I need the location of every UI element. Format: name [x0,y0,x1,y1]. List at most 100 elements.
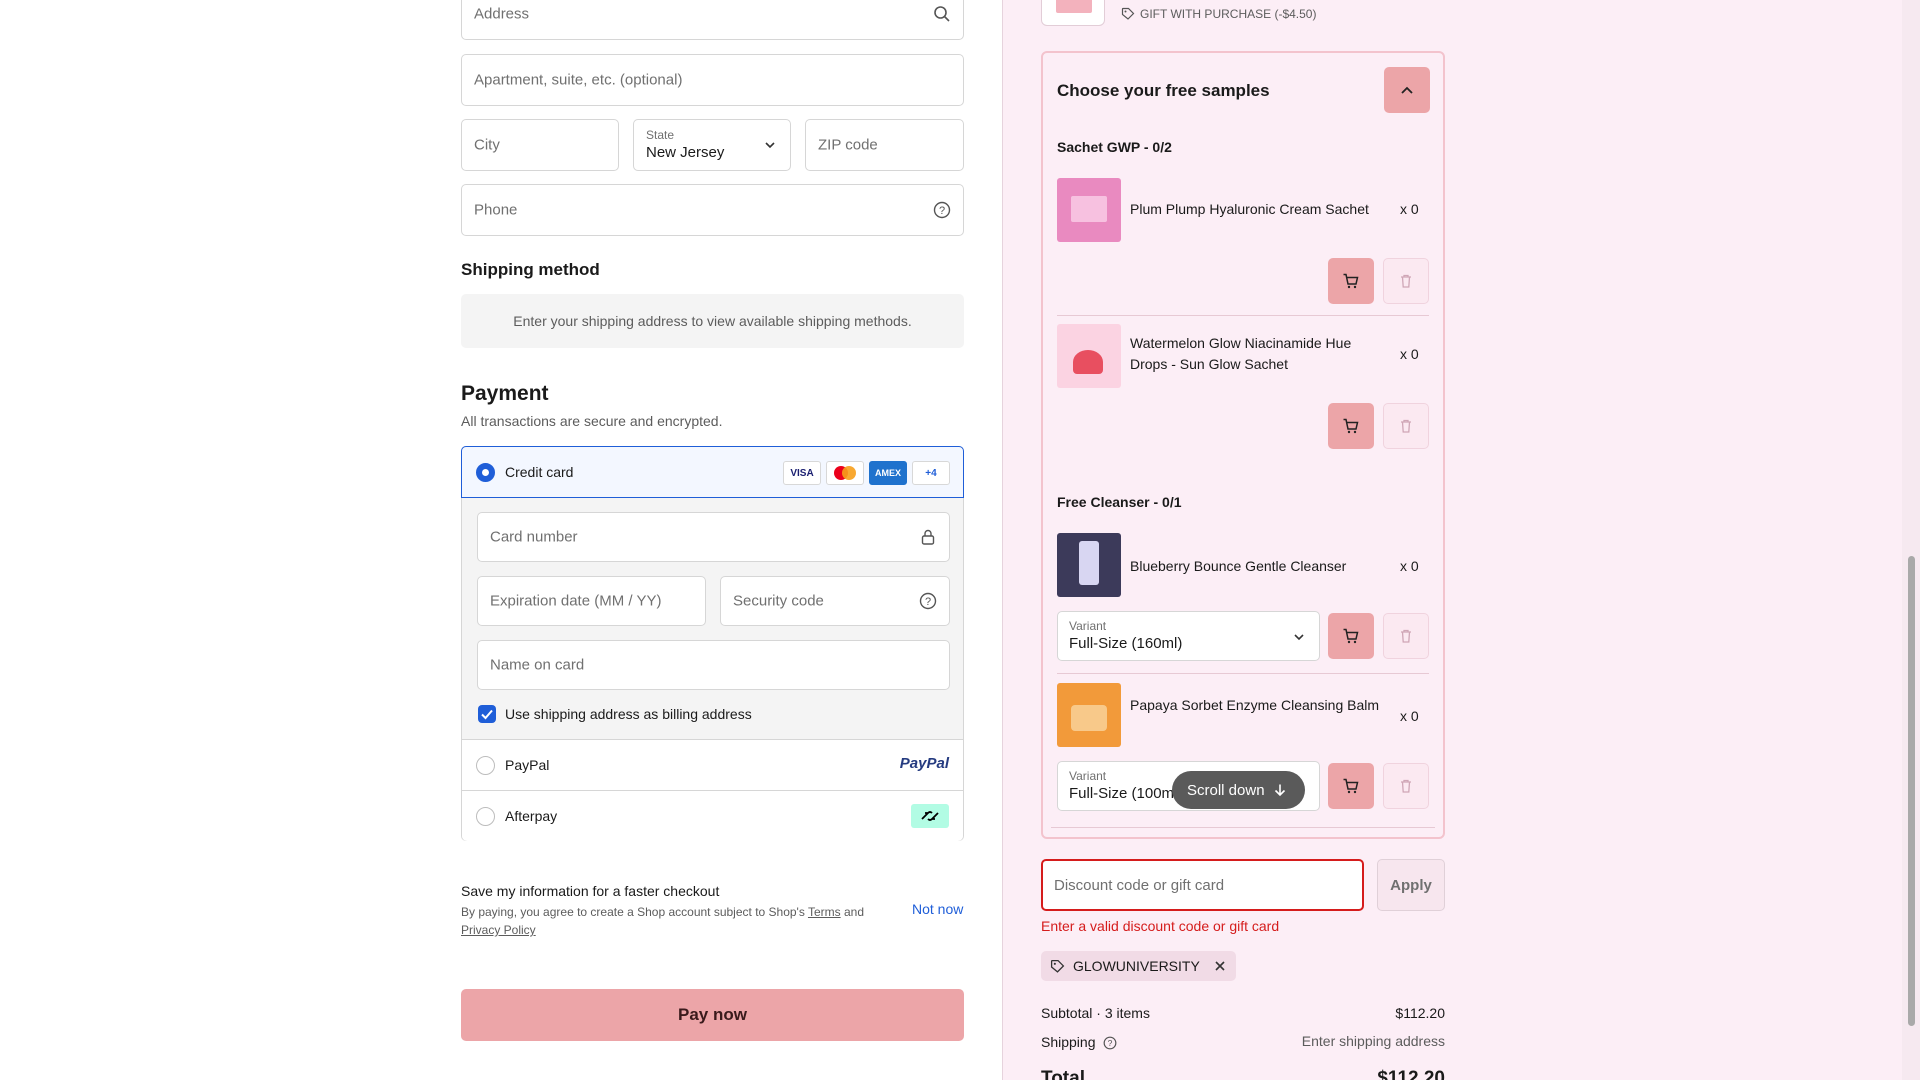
security-code-placeholder: Security code [733,592,824,610]
shipping-row: Shipping ? Enter shipping address [1041,1033,1445,1050]
phone-placeholder: Phone [474,201,518,219]
chevron-down-icon [1294,634,1304,641]
product-name: Plum Plump Hyaluronic Cream Sachet [1130,201,1369,217]
paypal-radio[interactable] [476,756,495,775]
zip-field[interactable]: ZIP code [805,119,964,171]
cart-icon [1343,778,1359,794]
help-icon[interactable]: ? [919,592,937,610]
expiration-field[interactable]: Expiration date (MM / YY) [477,576,706,626]
arrow-down-icon [1274,784,1285,797]
shipping-method-title: Shipping method [461,260,600,279]
remove-button[interactable] [1383,613,1429,659]
lock-icon [921,529,935,545]
gift-label: GIFT WITH PURCHASE (-$4.50) [1140,7,1317,21]
billing-checkbox-label: Use shipping address as billing address [505,706,752,722]
sachet-section-title: Sachet GWP - 0/2 [1057,139,1172,155]
credit-card-radio[interactable] [476,463,495,482]
expiration-placeholder: Expiration date (MM / YY) [490,592,662,610]
terms-link[interactable]: Terms [808,905,841,919]
gift-product-thumbnail [1041,0,1105,26]
card-number-field[interactable]: Card number [477,512,950,562]
cart-icon [1343,628,1359,644]
phone-field[interactable]: Phone ? [461,184,964,236]
total-label: Total [1041,1068,1085,1080]
product-name: Blueberry Bounce Gentle Cleanser [1130,558,1347,574]
free-samples-panel: Choose your free samples Sachet GWP - 0/… [1041,51,1445,839]
product-image-plum [1057,178,1121,242]
product-qty: x 0 [1400,346,1419,362]
scrollbar-thumb[interactable] [1908,556,1915,1026]
add-to-cart-button[interactable] [1328,613,1374,659]
samples-title: Choose your free samples [1057,81,1270,100]
visa-icon: VISA [783,461,821,485]
remove-button[interactable] [1383,403,1429,449]
applied-code-pill: GLOWUNIVERSITY [1041,951,1236,981]
help-icon[interactable]: ? [933,201,951,219]
add-to-cart-button[interactable] [1328,258,1374,304]
subtotal-row: Subtotal · 3 items $112.20 [1041,1005,1445,1021]
svg-text:?: ? [1108,1038,1113,1048]
paypal-option[interactable]: PayPal PayPal [462,739,963,790]
search-icon [934,6,950,22]
variant-value: Full-Size (160ml) [1069,635,1183,652]
save-info-title: Save my information for a faster checkou… [461,883,720,899]
variant-label: Variant [1069,619,1107,633]
svg-text:?: ? [925,596,931,608]
state-select[interactable]: State New Jersey [633,119,791,171]
afterpay-option[interactable]: Afterpay [462,790,963,841]
credit-card-label: Credit card [505,464,574,480]
trash-icon [1401,629,1411,643]
chevron-down-icon [765,142,775,149]
scrollbar[interactable] [1902,0,1920,1080]
product-name: Papaya Sorbet Enzyme Cleansing Balm [1130,697,1380,713]
privacy-policy-link[interactable]: Privacy Policy [461,923,536,937]
product-image-watermelon [1057,324,1121,388]
scroll-down-button[interactable]: Scroll down [1172,771,1305,809]
address-field[interactable]: Address [461,0,964,40]
product-image-blueberry [1057,533,1121,597]
close-icon[interactable] [1214,960,1226,972]
afterpay-radio[interactable] [476,807,495,826]
name-on-card-placeholder: Name on card [490,656,585,674]
paypal-label: PayPal [505,757,550,773]
legal-text: By paying, you agree to create a Shop ac… [461,905,808,919]
add-to-cart-button[interactable] [1328,403,1374,449]
tag-icon [1121,7,1135,20]
item-divider [1051,827,1435,828]
applied-code: GLOWUNIVERSITY [1073,958,1200,974]
product-qty: x 0 [1400,201,1419,217]
afterpay-logo [911,804,949,828]
variant-select[interactable]: Variant Full-Size (160ml) [1057,611,1320,661]
check-icon [481,709,493,720]
pay-now-button[interactable]: Pay now [461,989,964,1041]
cart-icon [1343,273,1359,289]
more-cards-badge: +4 [912,461,950,485]
cleanser-section-title: Free Cleanser - 0/1 [1057,494,1182,510]
amex-icon: AMEX [869,461,907,485]
chevron-up-icon [1401,86,1413,94]
city-field[interactable]: City [461,119,619,171]
discount-code-field[interactable]: Discount code or gift card [1041,859,1364,911]
name-on-card-field[interactable]: Name on card [477,640,950,690]
shipping-value: Enter shipping address [1301,1033,1445,1049]
billing-checkbox[interactable] [478,705,496,723]
variant-label: Variant [1069,769,1107,783]
remove-button[interactable] [1383,258,1429,304]
tag-icon [1050,959,1065,973]
add-to-cart-button[interactable] [1328,763,1374,809]
cart-icon [1343,418,1359,434]
collapse-samples-button[interactable] [1384,67,1430,113]
apartment-field[interactable]: Apartment, suite, etc. (optional) [461,54,964,106]
not-now-link[interactable]: Not now [912,901,963,917]
save-info-legal: By paying, you agree to create a Shop ac… [461,903,881,939]
apartment-placeholder: Apartment, suite, etc. (optional) [474,71,683,89]
address-placeholder: Address [474,5,530,23]
remove-button[interactable] [1383,763,1429,809]
apply-button[interactable]: Apply [1377,859,1445,911]
state-value: New Jersey [646,144,725,161]
paypal-logo: PayPal [899,755,949,772]
security-code-field[interactable]: Security code ? [720,576,950,626]
help-icon[interactable]: ? [1103,1036,1117,1050]
credit-card-option[interactable]: Credit card VISA AMEX +4 [461,446,964,498]
subtotal-label: Subtotal · 3 items [1041,1005,1150,1021]
